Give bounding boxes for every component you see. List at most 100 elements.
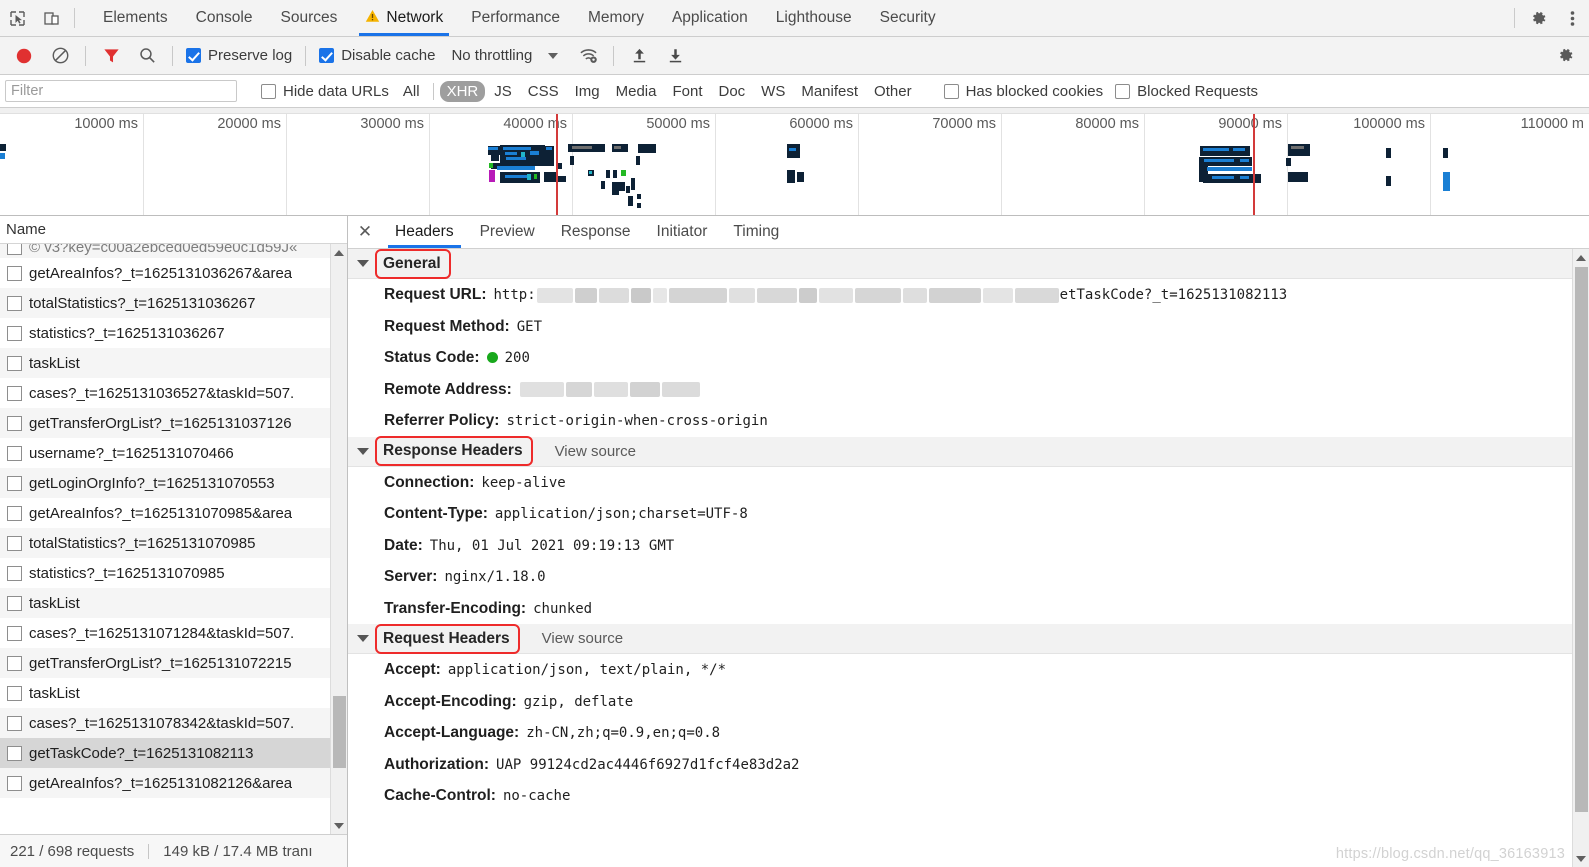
chevron-down-icon[interactable] xyxy=(357,447,369,455)
row-checkbox[interactable] xyxy=(7,745,22,761)
row-checkbox[interactable] xyxy=(7,775,22,791)
row-checkbox[interactable] xyxy=(7,445,22,461)
table-row[interactable]: totalStatistics?_t=1625131070985 xyxy=(0,528,347,558)
chevron-down-icon[interactable] xyxy=(357,260,369,267)
export-har-icon[interactable] xyxy=(657,41,693,71)
table-row[interactable]: statistics?_t=1625131070985 xyxy=(0,558,347,588)
row-checkbox[interactable] xyxy=(7,625,22,641)
chevron-down-icon[interactable] xyxy=(357,635,369,642)
hide-data-urls-checkbox[interactable]: Hide data URLs xyxy=(255,83,395,100)
filter-type-ws[interactable]: WS xyxy=(754,81,792,102)
row-checkbox[interactable] xyxy=(7,325,22,341)
import-har-icon[interactable] xyxy=(621,41,657,71)
scroll-down-arrow-icon[interactable] xyxy=(1573,850,1589,867)
tab-lighthouse[interactable]: Lighthouse xyxy=(762,0,866,36)
table-row[interactable]: taskList xyxy=(0,348,347,378)
row-checkbox[interactable] xyxy=(7,415,22,431)
table-row[interactable]: getAreaInfos?_t=1625131082126&area xyxy=(0,768,347,798)
tab-timing[interactable]: Timing xyxy=(720,216,792,248)
wifi-settings-icon[interactable] xyxy=(570,41,606,71)
table-row[interactable]: totalStatistics?_t=1625131036267 xyxy=(0,288,347,318)
row-checkbox[interactable] xyxy=(7,535,22,551)
tab-preview[interactable]: Preview xyxy=(467,216,548,248)
tab-response[interactable]: Response xyxy=(548,216,644,248)
blocked-requests-checkbox[interactable]: Blocked Requests xyxy=(1109,83,1264,100)
table-row[interactable]: cases?_t=1625131071284&taskId=507. xyxy=(0,618,347,648)
row-checkbox[interactable] xyxy=(7,244,22,255)
filter-input[interactable] xyxy=(5,80,237,102)
section-header-general[interactable]: General xyxy=(348,249,1572,279)
network-settings-gear-icon[interactable] xyxy=(1547,41,1583,71)
row-checkbox[interactable] xyxy=(7,595,22,611)
row-checkbox[interactable] xyxy=(7,355,22,371)
filter-type-all[interactable]: All xyxy=(396,81,427,102)
tab-sources[interactable]: Sources xyxy=(267,0,352,36)
tab-network[interactable]: Network xyxy=(351,0,457,36)
section-header-response-headers[interactable]: Response Headers View source xyxy=(348,436,1572,467)
row-checkbox[interactable] xyxy=(7,475,22,491)
row-checkbox[interactable] xyxy=(7,505,22,521)
chevron-down-icon[interactable] xyxy=(548,52,559,59)
row-checkbox[interactable] xyxy=(7,685,22,701)
table-row[interactable]: cases?_t=1625131036527&taskId=507. xyxy=(0,378,347,408)
filter-type-media[interactable]: Media xyxy=(609,81,664,102)
row-checkbox[interactable] xyxy=(7,565,22,581)
inspect-element-icon[interactable] xyxy=(0,0,34,36)
search-icon[interactable] xyxy=(129,41,165,71)
view-source-link-response[interactable]: View source xyxy=(555,443,636,460)
table-row[interactable]: getLoginOrgInfo?_t=1625131070553 xyxy=(0,468,347,498)
filter-type-manifest[interactable]: Manifest xyxy=(794,81,865,102)
section-header-request-headers[interactable]: Request Headers View source xyxy=(348,623,1572,654)
filter-type-doc[interactable]: Doc xyxy=(711,81,752,102)
close-icon[interactable]: ✕ xyxy=(348,216,382,248)
scrollbar-thumb[interactable] xyxy=(1575,267,1588,812)
has-blocked-cookies-checkbox[interactable]: Has blocked cookies xyxy=(938,83,1110,100)
request-list[interactable]: © v3?key=c00a2ebced0ed59e0c1d59J« getAre… xyxy=(0,244,347,834)
clear-icon[interactable] xyxy=(42,41,78,71)
device-toolbar-icon[interactable] xyxy=(34,0,68,36)
tab-performance[interactable]: Performance xyxy=(457,0,574,36)
preserve-log-checkbox[interactable]: Preserve log xyxy=(180,47,298,64)
tab-elements[interactable]: Elements xyxy=(89,0,182,36)
row-checkbox[interactable] xyxy=(7,265,22,281)
disable-cache-checkbox[interactable]: Disable cache xyxy=(313,47,441,64)
gear-icon[interactable] xyxy=(1521,0,1555,36)
row-checkbox[interactable] xyxy=(7,385,22,401)
scroll-up-arrow-icon[interactable] xyxy=(1573,249,1589,266)
table-row[interactable]: getAreaInfos?_t=1625131036267&area xyxy=(0,258,347,288)
tab-headers[interactable]: Headers xyxy=(382,216,467,248)
record-icon[interactable] xyxy=(6,41,42,71)
scrollbar-thumb[interactable] xyxy=(333,696,346,768)
filter-funnel-icon[interactable] xyxy=(93,41,129,71)
tab-security[interactable]: Security xyxy=(866,0,950,36)
row-checkbox[interactable] xyxy=(7,655,22,671)
filter-type-js[interactable]: JS xyxy=(487,81,519,102)
table-row[interactable]: taskList xyxy=(0,678,347,708)
filter-type-css[interactable]: CSS xyxy=(521,81,566,102)
table-row[interactable]: getTransferOrgList?_t=1625131037126 xyxy=(0,408,347,438)
tab-application[interactable]: Application xyxy=(658,0,762,36)
row-checkbox[interactable] xyxy=(7,715,22,731)
tab-memory[interactable]: Memory xyxy=(574,0,658,36)
table-row[interactable]: © v3?key=c00a2ebced0ed59e0c1d59J« xyxy=(0,244,347,258)
row-checkbox[interactable] xyxy=(7,295,22,311)
request-list-scrollbar[interactable] xyxy=(330,244,347,834)
tab-console[interactable]: Console xyxy=(182,0,267,36)
detail-scrollbar[interactable] xyxy=(1572,249,1589,867)
table-row[interactable]: statistics?_t=1625131036267 xyxy=(0,318,347,348)
table-row[interactable]: taskList xyxy=(0,588,347,618)
table-row[interactable]: getTransferOrgList?_t=1625131072215 xyxy=(0,648,347,678)
scroll-up-arrow-icon[interactable] xyxy=(331,244,347,261)
more-vertical-icon[interactable] xyxy=(1555,0,1589,36)
view-source-link-request[interactable]: View source xyxy=(542,630,623,647)
filter-type-xhr[interactable]: XHR xyxy=(439,80,486,102)
filter-type-img[interactable]: Img xyxy=(568,81,607,102)
table-row-selected[interactable]: getTaskCode?_t=1625131082113 xyxy=(0,738,347,768)
tab-initiator[interactable]: Initiator xyxy=(644,216,721,248)
throttling-select[interactable]: No throttling xyxy=(441,47,536,64)
table-row[interactable]: getAreaInfos?_t=1625131070985&area xyxy=(0,498,347,528)
table-row[interactable]: cases?_t=1625131078342&taskId=507. xyxy=(0,708,347,738)
table-row[interactable]: username?_t=1625131070466 xyxy=(0,438,347,468)
filter-type-other[interactable]: Other xyxy=(867,81,919,102)
network-overview-timeline[interactable]: 10000 ms 20000 ms 30000 ms 40000 ms 5000… xyxy=(0,108,1589,216)
